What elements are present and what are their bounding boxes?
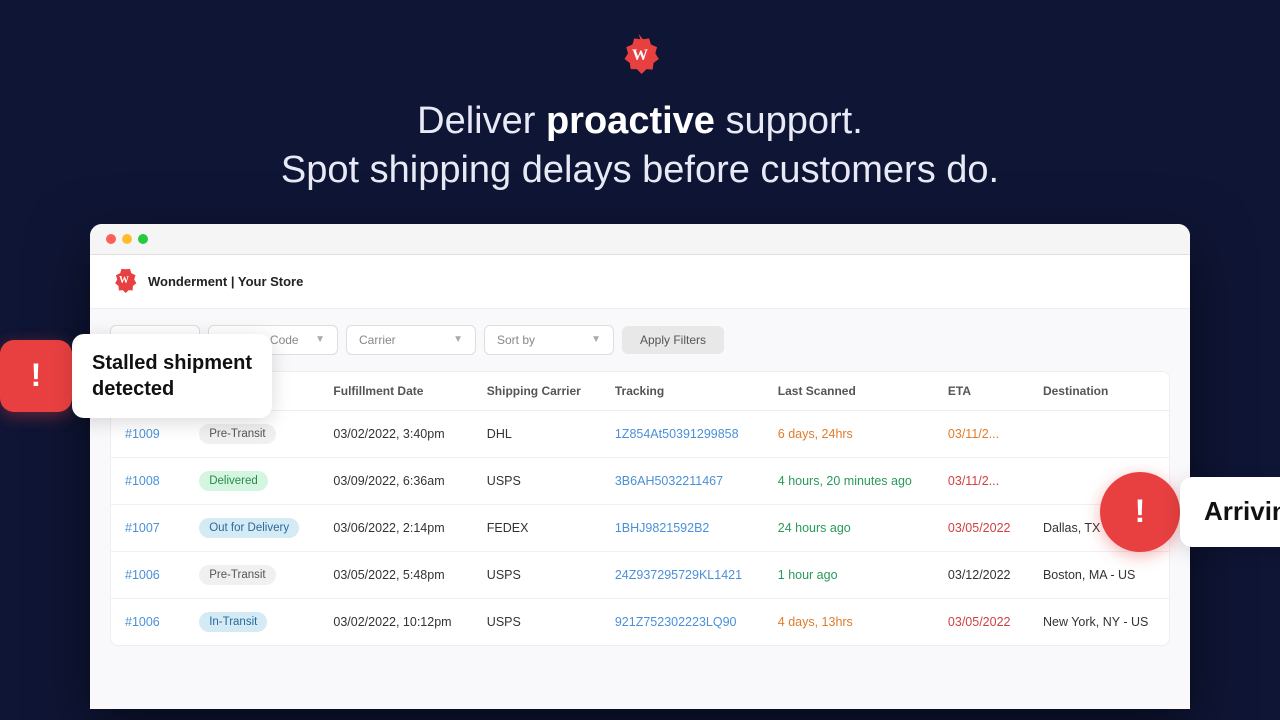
table-row: #1008 Delivered 03/09/2022, 6:36am USPS …	[111, 457, 1169, 504]
cell-status: Delivered	[185, 457, 319, 504]
app-logo-small: W	[110, 265, 138, 298]
cell-fulfillment: 03/06/2022, 2:14pm	[319, 504, 472, 551]
browser-close-dot	[106, 234, 116, 244]
cell-destination	[1029, 410, 1169, 457]
cell-carrier: USPS	[473, 457, 601, 504]
cell-last-scanned: 1 hour ago	[764, 551, 934, 598]
cell-last-scanned: 6 days, 24hrs	[764, 410, 934, 457]
svg-text:W: W	[119, 275, 129, 286]
hero-section: W Deliver proactive support. Spot shippi…	[281, 0, 999, 224]
cell-fulfillment: 03/09/2022, 6:36am	[319, 457, 472, 504]
tracking-chevron-icon: ▼	[315, 334, 325, 345]
arriving-text: Arriving late	[1204, 495, 1280, 529]
stalled-icon-box: !	[0, 340, 72, 412]
browser-minimize-dot	[122, 234, 132, 244]
cell-tracking[interactable]: 24Z937295729KL1421	[601, 551, 764, 598]
cell-carrier: USPS	[473, 598, 601, 645]
sortby-filter[interactable]: Sort by ▼	[484, 325, 614, 355]
tooltip-stalled: ! Stalled shipmentdetected	[0, 334, 272, 418]
cell-status: In-Transit	[185, 598, 319, 645]
cell-fulfillment: 03/02/2022, 10:12pm	[319, 598, 472, 645]
sortby-chevron-icon: ▼	[591, 334, 601, 345]
app-logo: W	[281, 32, 999, 81]
col-carrier: Shipping Carrier	[473, 372, 601, 411]
table-row: #1006 In-Transit 03/02/2022, 10:12pm USP…	[111, 598, 1169, 645]
cell-tracking[interactable]: 3B6AH5032211467	[601, 457, 764, 504]
col-last-scanned: Last Scanned	[764, 372, 934, 411]
app-brand: Wonderment | Your Store	[148, 274, 303, 289]
arriving-icon-box: !	[1100, 472, 1180, 552]
cell-eta: 03/12/2022	[934, 551, 1029, 598]
cell-order[interactable]: #1008	[111, 457, 185, 504]
cell-carrier: USPS	[473, 551, 601, 598]
browser-chrome	[90, 224, 1190, 255]
sortby-label: Sort by	[497, 333, 535, 347]
arriving-exclamation-icon: !	[1135, 493, 1146, 530]
cell-order[interactable]: #1006	[111, 598, 185, 645]
cell-fulfillment: 03/02/2022, 3:40pm	[319, 410, 472, 457]
cell-status: Pre-Transit	[185, 551, 319, 598]
table-row: #1007 Out for Delivery 03/06/2022, 2:14p…	[111, 504, 1169, 551]
carrier-chevron-icon: ▼	[453, 334, 463, 345]
stalled-text: Stalled shipmentdetected	[92, 350, 252, 402]
cell-last-scanned: 24 hours ago	[764, 504, 934, 551]
col-tracking: Tracking	[601, 372, 764, 411]
cell-order[interactable]: #1007	[111, 504, 185, 551]
cell-last-scanned: 4 hours, 20 minutes ago	[764, 457, 934, 504]
svg-text:W: W	[632, 47, 648, 64]
col-destination: Destination	[1029, 372, 1169, 411]
cell-order[interactable]: #1006	[111, 551, 185, 598]
cell-carrier: FEDEX	[473, 504, 601, 551]
app-header: W Wonderment | Your Store	[90, 255, 1190, 309]
cell-tracking[interactable]: 921Z752302223LQ90	[601, 598, 764, 645]
browser-maximize-dot	[138, 234, 148, 244]
stalled-text-box: Stalled shipmentdetected	[72, 334, 272, 418]
cell-status: Out for Delivery	[185, 504, 319, 551]
col-eta: ETA	[934, 372, 1029, 411]
col-fulfillment: Fulfillment Date	[319, 372, 472, 411]
stalled-exclamation-icon: !	[31, 357, 42, 394]
table-body: #1009 Pre-Transit 03/02/2022, 3:40pm DHL…	[111, 410, 1169, 645]
cell-eta: 03/11/2...	[934, 457, 1029, 504]
carrier-filter[interactable]: Carrier ▼	[346, 325, 476, 355]
hero-title: Deliver proactive support. Spot shipping…	[281, 97, 999, 196]
tooltip-arriving-late: ! Arriving late	[1100, 472, 1280, 552]
cell-eta: 03/05/2022	[934, 598, 1029, 645]
table-row: #1006 Pre-Transit 03/05/2022, 5:48pm USP…	[111, 551, 1169, 598]
cell-tracking[interactable]: 1BHJ9821592B2	[601, 504, 764, 551]
cell-destination: Boston, MA - US	[1029, 551, 1169, 598]
arriving-text-box: Arriving late	[1180, 477, 1280, 547]
cell-eta: 03/05/2022	[934, 504, 1029, 551]
carrier-label: Carrier	[359, 333, 396, 347]
cell-fulfillment: 03/05/2022, 5:48pm	[319, 551, 472, 598]
browser-window: ! Stalled shipmentdetected ! Arriving la…	[90, 224, 1190, 709]
apply-filters-button[interactable]: Apply Filters	[622, 326, 724, 354]
cell-destination: New York, NY - US	[1029, 598, 1169, 645]
cell-tracking[interactable]: 1Z854At50391299858	[601, 410, 764, 457]
cell-carrier: DHL	[473, 410, 601, 457]
cell-eta: 03/11/2...	[934, 410, 1029, 457]
cell-last-scanned: 4 days, 13hrs	[764, 598, 934, 645]
